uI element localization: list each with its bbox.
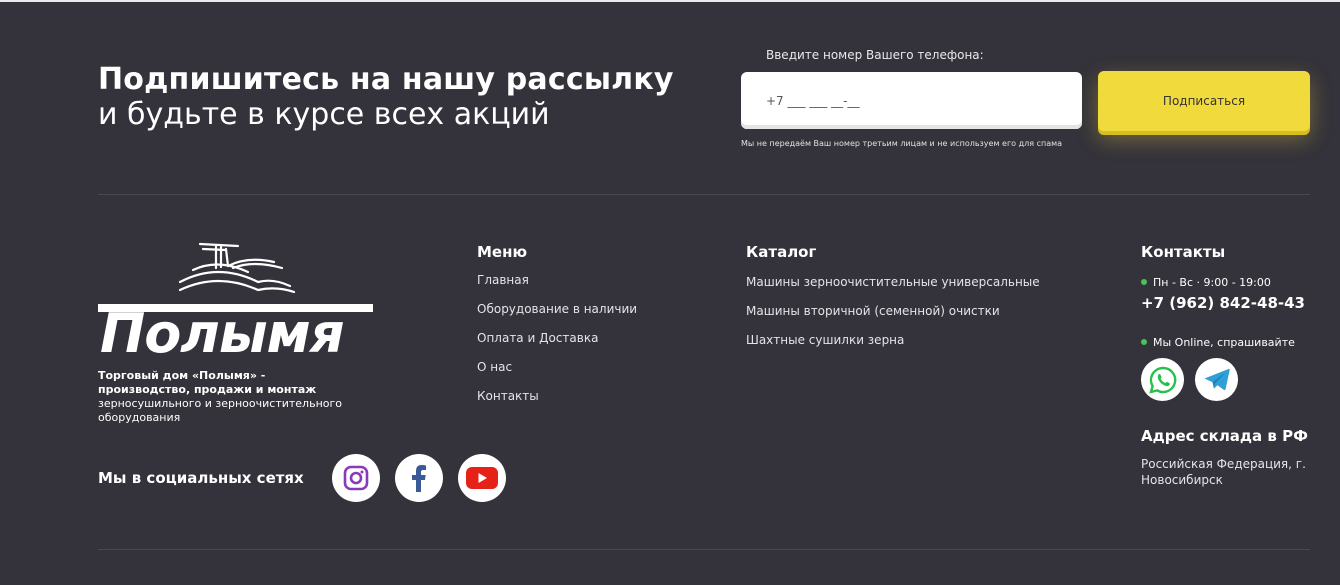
phone-input[interactable] xyxy=(741,72,1082,129)
menu-item-about[interactable]: О нас xyxy=(477,360,512,374)
catalog-item-dryers[interactable]: Шахтные сушилки зерна xyxy=(746,333,904,347)
privacy-note: Мы не передаём Ваш номер третьим лицам и… xyxy=(741,139,1063,148)
working-hours: Пн - Вс · 9:00 - 19:00 xyxy=(1141,276,1271,289)
subscribe-button[interactable]: Подписаться xyxy=(1098,71,1310,131)
phone-label: Введите номер Вашего телефона: xyxy=(766,48,984,62)
telegram-icon xyxy=(1204,368,1230,390)
facebook-link[interactable] xyxy=(395,454,443,502)
divider xyxy=(98,194,1310,195)
telegram-link[interactable] xyxy=(1195,358,1238,401)
company-description-rest: зерносушильного и зерноочистительного об… xyxy=(98,397,343,424)
subscribe-subtitle: и будьте в курсе всех акций xyxy=(98,97,550,132)
working-hours-text: Пн - Вс · 9:00 - 19:00 xyxy=(1153,276,1271,289)
catalog-title: Каталог xyxy=(746,243,817,261)
menu-item-in-stock[interactable]: Оборудование в наличии xyxy=(477,302,637,316)
social-title: Мы в социальных сетях xyxy=(98,469,304,487)
logo-wordmark: Полымя xyxy=(100,302,344,360)
warehouse-title: Адрес склада в РФ xyxy=(1141,427,1308,445)
whatsapp-icon xyxy=(1148,366,1176,394)
instagram-link[interactable] xyxy=(332,454,380,502)
warehouse-address: Российская Федерация, г. Новосибирск xyxy=(1141,457,1306,487)
brand-logo[interactable]: Полымя xyxy=(98,240,376,365)
company-description-bold: Торговый дом «Полымя» - производство, пр… xyxy=(98,369,317,396)
whatsapp-link[interactable] xyxy=(1141,358,1184,401)
top-border xyxy=(0,0,1340,2)
online-dot xyxy=(1141,279,1147,285)
catalog-item-seed-cleaning[interactable]: Машины вторичной (семенной) очистки xyxy=(746,304,1000,318)
contacts-title: Контакты xyxy=(1141,243,1226,261)
youtube-link[interactable] xyxy=(458,454,506,502)
company-description: Торговый дом «Полымя» - производство, пр… xyxy=(98,369,358,425)
youtube-icon xyxy=(466,467,498,489)
online-dot xyxy=(1141,339,1147,345)
menu-item-home[interactable]: Главная xyxy=(477,273,529,287)
subscribe-title: Подпишитесь на нашу рассылку xyxy=(98,62,674,97)
menu-item-contacts[interactable]: Контакты xyxy=(477,389,539,403)
online-status: Мы Online, спрашивайте xyxy=(1141,336,1295,349)
phone-number-link[interactable]: +7 (962) 842-48-43 xyxy=(1141,294,1305,312)
menu-item-payment-delivery[interactable]: Оплата и Доставка xyxy=(477,331,598,345)
catalog-item-universal[interactable]: Машины зерноочистительные универсальные xyxy=(746,275,1040,289)
instagram-icon xyxy=(343,465,369,491)
divider xyxy=(98,549,1310,550)
menu-title: Меню xyxy=(477,243,528,261)
facebook-icon xyxy=(412,465,426,492)
online-status-text: Мы Online, спрашивайте xyxy=(1153,336,1295,349)
